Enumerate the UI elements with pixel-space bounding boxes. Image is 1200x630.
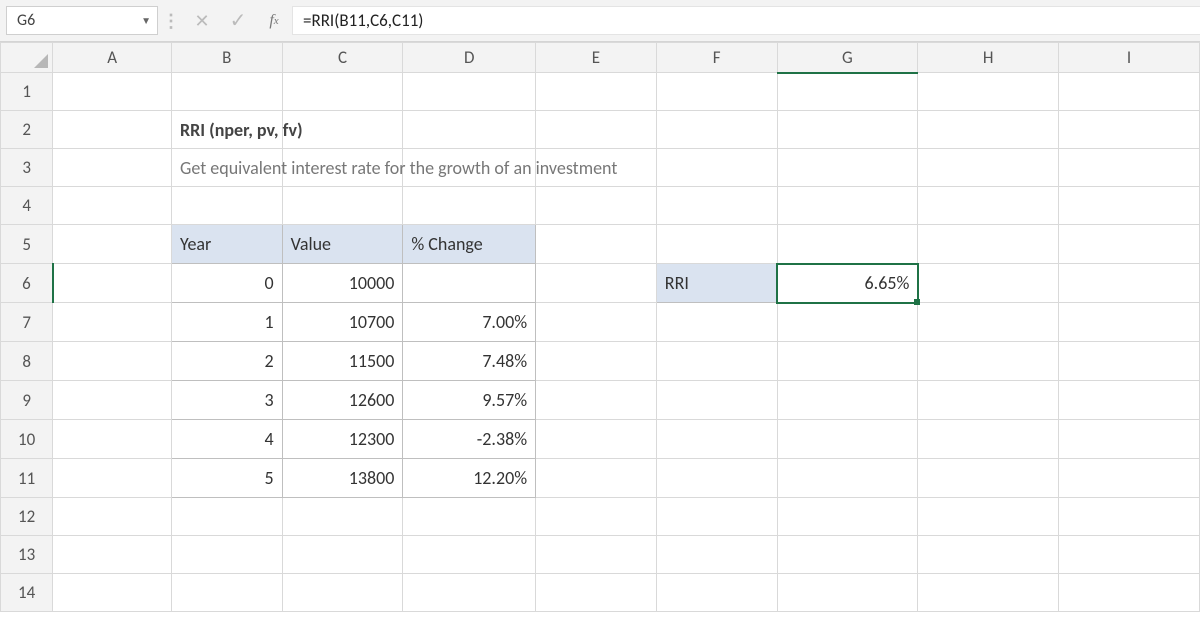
row-header[interactable]: 5 [1,225,53,264]
cell[interactable]: 7.48% [403,342,536,381]
col-header[interactable]: G [777,43,918,73]
cell[interactable]: Year [171,225,282,264]
name-box[interactable]: G6 ▼ [6,6,158,35]
cell[interactable]: RRI [656,264,777,303]
row-header[interactable]: 3 [1,149,53,187]
row-header[interactable]: 10 [1,420,53,459]
row-header[interactable]: 2 [1,111,53,149]
rri-value: 6.65% [778,264,918,302]
row-header[interactable]: 13 [1,536,53,574]
name-box-value: G6 [17,11,35,30]
formula-bar: G6 ▼ ⋮ ✕ ✓ fx =RRI(B11,C6,C11) [0,0,1200,42]
rri-label: RRI [657,264,777,302]
active-cell[interactable]: 6.65% [777,264,918,303]
cell[interactable]: RRI (nper, pv, fv) [171,111,282,149]
row-header[interactable]: 6 [1,264,53,303]
row-header[interactable]: 1 [1,73,53,111]
cell[interactable]: % Change [403,225,536,264]
col-header[interactable]: C [282,43,403,73]
cell[interactable]: 12600 [282,381,403,420]
dropdown-icon[interactable]: ▼ [141,14,151,27]
row-header[interactable]: 8 [1,342,53,381]
cell[interactable]: 0 [171,264,282,303]
row-header[interactable]: 9 [1,381,53,420]
cell[interactable] [403,264,536,303]
enter-icon[interactable]: ✓ [220,0,256,41]
cell[interactable]: 1 [171,303,282,342]
row-header[interactable]: 4 [1,187,53,225]
col-header[interactable]: H [918,43,1059,73]
cell[interactable]: 10700 [282,303,403,342]
cell[interactable]: 7.00% [403,303,536,342]
col-header[interactable]: I [1059,43,1200,73]
header-year: Year [172,225,282,263]
col-header[interactable]: B [171,43,282,73]
separator: ⋮ [158,0,184,41]
formula-input[interactable]: =RRI(B11,C6,C11) [292,6,1200,35]
cell[interactable]: Get equivalent interest rate for the gro… [171,149,282,187]
cell[interactable]: 2 [171,342,282,381]
cell[interactable]: 5 [171,459,282,498]
cell[interactable]: 12300 [282,420,403,459]
col-header[interactable]: A [53,43,172,73]
spreadsheet-grid[interactable]: A B C D E F G H I 1 2 RRI (nper, pv, fv)… [0,42,1200,612]
col-header[interactable]: D [403,43,536,73]
select-all-corner[interactable] [1,43,53,73]
cell[interactable]: 13800 [282,459,403,498]
header-value: Value [283,225,403,263]
cell[interactable]: Value [282,225,403,264]
header-change: % Change [403,225,535,263]
cell[interactable]: 10000 [282,264,403,303]
fx-icon[interactable]: fx [256,0,292,41]
cell[interactable]: 4 [171,420,282,459]
cell[interactable]: 9.57% [403,381,536,420]
cell[interactable]: 3 [171,381,282,420]
row-header[interactable]: 12 [1,498,53,536]
cell[interactable]: 11500 [282,342,403,381]
col-header[interactable]: E [536,43,657,73]
cell[interactable]: -2.38% [403,420,536,459]
cancel-icon[interactable]: ✕ [184,0,220,41]
cell[interactable]: 12.20% [403,459,536,498]
col-header[interactable]: F [656,43,777,73]
formula-text: =RRI(B11,C6,C11) [303,10,423,31]
row-header[interactable]: 14 [1,574,53,612]
row-header[interactable]: 11 [1,459,53,498]
row-header[interactable]: 7 [1,303,53,342]
